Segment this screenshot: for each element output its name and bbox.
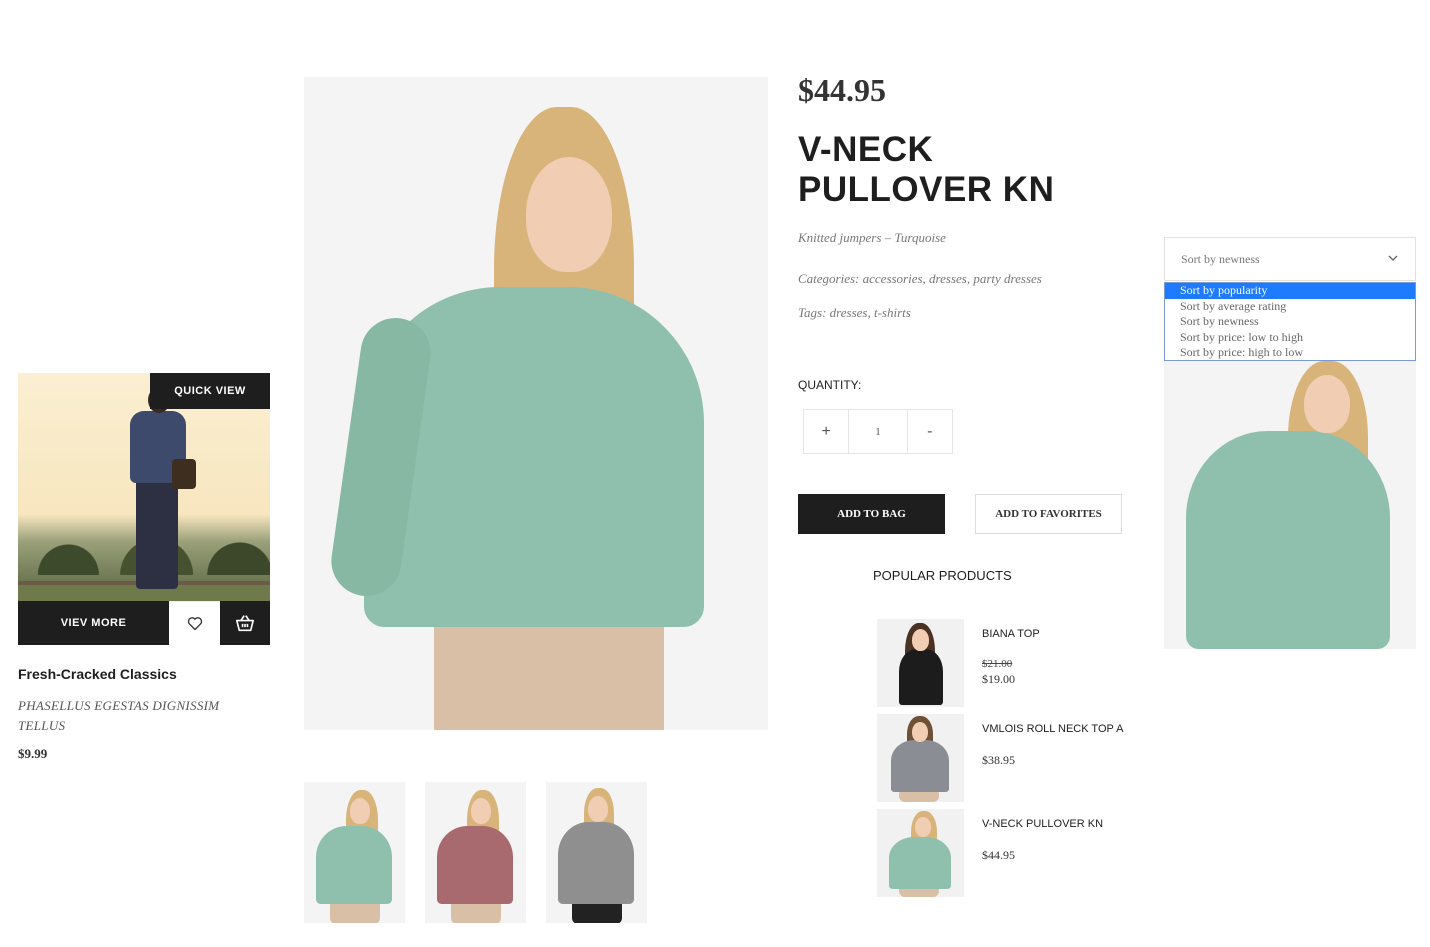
side-product-image[interactable] [1164,361,1416,649]
product-subtitle: Knitted jumpers – Turquoise [798,230,946,245]
quantity-increase-button[interactable]: + [804,410,848,453]
popular-product-name[interactable]: BIANA TOP [982,628,1040,640]
main-product-image[interactable] [304,77,768,730]
sort-options-list: Sort by popularity Sort by average ratin… [1164,282,1416,361]
product-title: V-NECK PULLOVER KN [798,130,1055,209]
popular-product-thumbnail[interactable] [877,809,964,897]
product-categories[interactable]: Categories: accessories, dresses, party … [798,271,1042,287]
sort-option-price-asc[interactable]: Sort by price: low to high [1165,330,1415,346]
quantity-stepper: + 1 - [803,409,953,454]
wishlist-button[interactable] [169,601,220,645]
popular-product-name[interactable]: V-NECK PULLOVER KN [982,818,1103,830]
sort-selected-value: Sort by newness [1181,252,1260,266]
quick-view-button[interactable]: QUICK VIEW [150,373,270,409]
sort-option-popularity[interactable]: Sort by popularity [1165,283,1415,299]
sort-option-price-desc[interactable]: Sort by price: high to low [1165,345,1415,361]
view-more-button[interactable]: VIEV MORE [18,601,169,645]
popular-product-thumbnail[interactable] [877,714,964,802]
product-card-actions: VIEV MORE [18,601,270,645]
shoulder-bag [172,459,196,489]
product-card-subtitle: PHASELLUS EGESTAS DIGNISSIM TELLUS [18,698,220,733]
popular-product-item[interactable]: BIANA TOP $21.00 $19.00 [877,619,1127,707]
popular-product-price: $38.95 [982,753,1015,767]
product-card-price: $9.99 [18,746,48,761]
popular-product-name[interactable]: VMLOIS ROLL NECK TOP A [982,723,1123,735]
product-card-title[interactable]: Fresh-Cracked Classics [18,666,177,682]
thumbnail-rose[interactable] [425,782,526,923]
thumbnail-turquoise[interactable] [304,782,405,923]
sort-select[interactable]: Sort by newness [1164,237,1416,281]
quantity-input[interactable]: 1 [848,410,908,453]
sort-option-rating[interactable]: Sort by average rating [1165,299,1415,315]
heart-icon [187,617,202,631]
add-to-favorites-button[interactable]: ADD TO FAVORITES [975,494,1122,534]
popular-product-price: $19.00 [982,672,1015,686]
add-to-bag-button[interactable]: ADD TO BAG [798,494,945,534]
thumbnail-grey[interactable] [546,782,647,923]
quantity-label: QUANTITY: [798,378,862,392]
chevron-down-icon [1388,255,1398,261]
popular-product-price: $44.95 [982,848,1015,862]
popular-product-item[interactable]: V-NECK PULLOVER KN $44.95 [877,809,1127,897]
sort-option-newness[interactable]: Sort by newness [1165,314,1415,330]
add-to-cart-button[interactable] [220,601,270,645]
product-price: $44.95 [798,72,886,108]
product-card[interactable]: QUICK VIEW VIEV MORE [18,373,270,645]
basket-icon [236,615,254,632]
product-tags[interactable]: Tags: dresses, t-shirts [798,305,911,321]
popular-product-item[interactable]: VMLOIS ROLL NECK TOP A $38.95 [877,714,1127,802]
popular-product-old-price: $21.00 [982,658,1013,670]
popular-product-thumbnail[interactable] [877,619,964,707]
popular-products-title: POPULAR PRODUCTS [873,568,1012,583]
man-legs [136,479,178,589]
quantity-decrease-button[interactable]: - [908,410,952,453]
